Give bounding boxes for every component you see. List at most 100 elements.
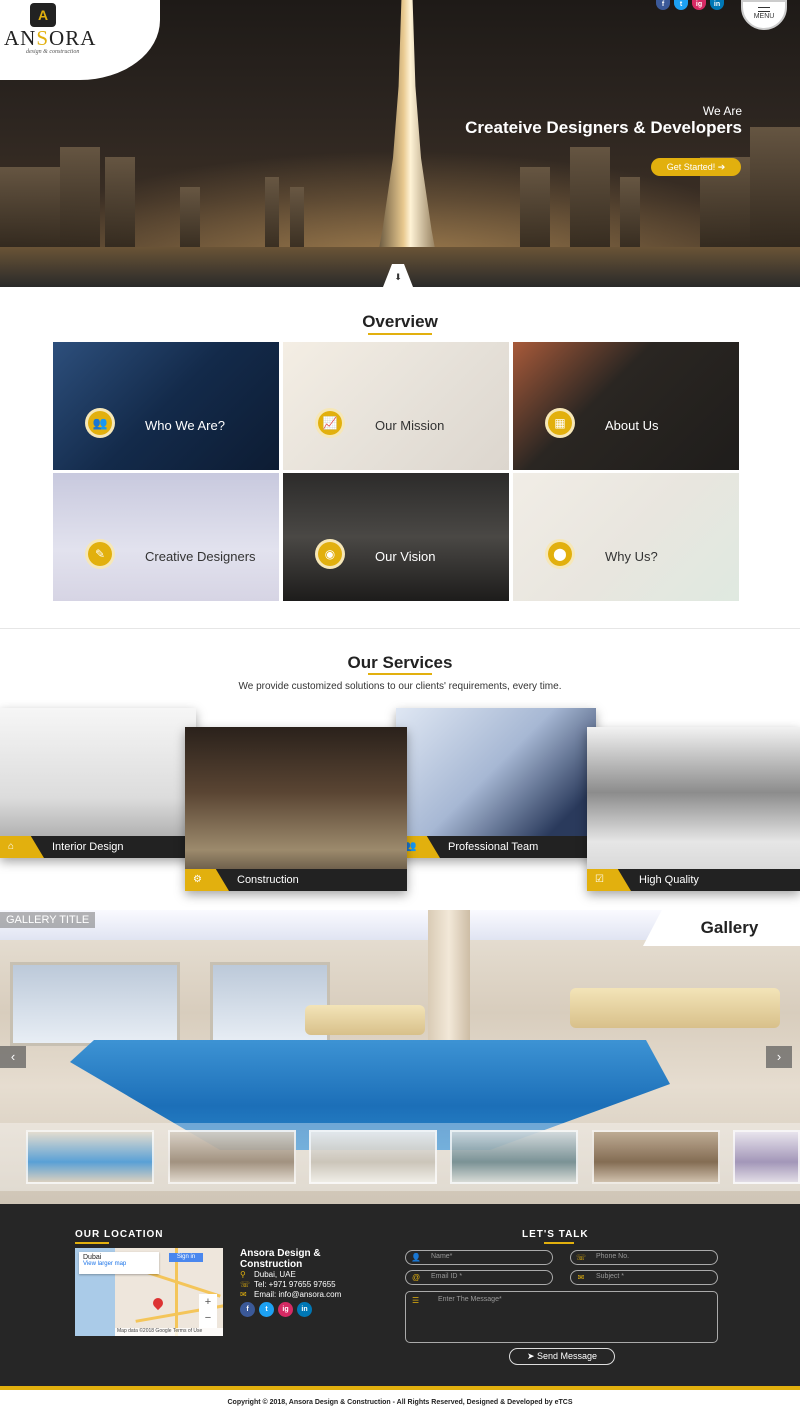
tile-label: Creative Designers [145, 549, 256, 564]
tile-label: About Us [605, 418, 659, 433]
eye-icon: ◉ [315, 539, 345, 569]
envelope-icon: ✉ [240, 1290, 247, 1299]
linkedin-icon[interactable]: in [710, 0, 724, 10]
copyright-text: Copyright © 2018, Ansora Design & Constr… [227, 1399, 573, 1406]
logo-tagline: design & construction [26, 49, 80, 55]
building [620, 177, 640, 257]
service-professional-team[interactable]: 👥 Professional Team [396, 708, 596, 858]
location-pin-icon: ⚲ [240, 1270, 246, 1279]
tile-who-we-are[interactable]: 👥 Who We Are? [53, 342, 279, 470]
subject-placeholder: Subject * [596, 1273, 625, 1280]
service-label: Interior Design [52, 841, 124, 853]
building-icon: ▦ [545, 408, 575, 438]
pencil-icon: ✎ [85, 539, 115, 569]
footer-accent-strip [0, 1386, 800, 1390]
building [750, 127, 800, 257]
linkedin-icon[interactable]: in [297, 1302, 312, 1317]
users-icon: 👥 [85, 408, 115, 438]
service-construction[interactable]: ⚙ Construction [185, 727, 407, 891]
tile-our-mission[interactable]: 📈 Our Mission [283, 342, 509, 470]
chart-icon: 📈 [315, 408, 345, 438]
map-larger-link[interactable]: View larger map [83, 1261, 155, 1267]
twitter-icon[interactable]: t [259, 1302, 274, 1317]
building [60, 147, 100, 257]
hero-title: Createive Designers & Developers [465, 118, 742, 137]
gallery-thumbnail[interactable] [26, 1130, 154, 1184]
user-icon: 👤 [411, 1253, 421, 1262]
phone-placeholder: Phone No. [596, 1253, 630, 1260]
gallery-thumbnail[interactable] [592, 1130, 720, 1184]
get-started-button[interactable]: Get Started! ➔ [651, 158, 741, 176]
instagram-icon[interactable]: ig [692, 0, 706, 10]
building [0, 167, 60, 257]
chevron-right-icon[interactable]: › [766, 1046, 792, 1068]
map-zoom-control[interactable]: + − [199, 1294, 217, 1328]
building [570, 147, 610, 257]
send-message-button[interactable]: ➤ Send Message [509, 1348, 615, 1365]
map-attribution: Map data ©2018 Google Terms of Use [115, 1328, 223, 1336]
service-high-quality[interactable]: ☑ High Quality [587, 727, 800, 891]
facebook-icon[interactable]: f [240, 1302, 255, 1317]
hamburger-icon [758, 7, 770, 12]
phone-icon: ☏ [575, 1253, 586, 1262]
gallery-sofa [570, 988, 780, 1028]
section-divider [0, 628, 800, 629]
logo-text-mid: S [36, 26, 50, 50]
tile-creative-designers[interactable]: ✎ Creative Designers [53, 473, 279, 601]
tile-why-us[interactable]: ⬤ Why Us? [513, 473, 739, 601]
email-placeholder: Email ID * [431, 1273, 463, 1280]
logo-text[interactable]: ANSORA [4, 26, 96, 51]
overview-underline [368, 333, 432, 335]
hero-pretitle: We Are [702, 104, 742, 118]
message-field[interactable]: ☰ Enter The Message* [405, 1291, 718, 1343]
name-field[interactable]: 👤 Name* [405, 1250, 553, 1265]
facebook-icon[interactable]: f [656, 0, 670, 10]
tile-our-vision[interactable]: ◉ Our Vision [283, 473, 509, 601]
instagram-icon[interactable]: ig [278, 1302, 293, 1317]
gallery-window [10, 962, 180, 1046]
address-text: Dubai, UAE [254, 1270, 296, 1279]
tower [372, 0, 442, 287]
services-subtitle: We provide customized solutions to our c… [238, 681, 562, 692]
phone-text: Tel: +971 97655 97655 [254, 1280, 336, 1289]
company-address: ⚲ Dubai, UAE [240, 1270, 296, 1279]
header-social-links: f t ig in [656, 0, 724, 10]
service-label: Construction [237, 874, 299, 886]
service-label: Professional Team [448, 841, 539, 853]
tile-label: Our Mission [375, 418, 445, 433]
service-label: High Quality [639, 874, 699, 886]
phone-field[interactable]: ☏ Phone No. [570, 1250, 718, 1265]
gallery-label: Gallery [643, 910, 800, 946]
gallery-thumbnail[interactable] [168, 1130, 296, 1184]
message-placeholder: Enter The Message* [438, 1296, 502, 1303]
gallery-thumbnail[interactable] [450, 1130, 578, 1184]
talk-underline [544, 1242, 574, 1244]
tile-label: Why Us? [605, 549, 658, 564]
talk-heading: LET'S TALK [522, 1229, 589, 1240]
location-map[interactable]: Dubai View larger map Sign in + − Map dat… [75, 1248, 223, 1336]
service-interior-design[interactable]: ⌂ Interior Design [0, 708, 196, 858]
location-heading: OUR LOCATION [75, 1229, 164, 1240]
logo-icon[interactable]: A [30, 3, 56, 27]
tile-label: Who We Are? [145, 418, 225, 433]
email-field[interactable]: @ Email ID * [405, 1270, 553, 1285]
gallery-thumbnail[interactable] [309, 1130, 437, 1184]
logo-text-pre: AN [4, 26, 37, 50]
chevron-left-icon[interactable]: ‹ [0, 1046, 26, 1068]
building [105, 157, 135, 257]
twitter-icon[interactable]: t [674, 0, 688, 10]
gallery-title-tag: GALLERY TITLE [0, 912, 96, 928]
name-placeholder: Name* [431, 1253, 453, 1260]
services-title: Our Services [347, 653, 453, 672]
company-phone: ☏ Tel: +971 97655 97655 [240, 1280, 336, 1289]
gallery-thumbnail[interactable] [733, 1130, 800, 1184]
email-text[interactable]: Email: info@ansora.com [254, 1290, 341, 1299]
tile-label: Our Vision [375, 549, 436, 564]
tile-about-us[interactable]: ▦ About Us [513, 342, 739, 470]
coins-icon: ⬤ [545, 539, 575, 569]
map-signin-button[interactable]: Sign in [169, 1253, 203, 1262]
subject-field[interactable]: ✉ Subject * [570, 1270, 718, 1285]
company-name: Ansora Design & Construction [240, 1248, 321, 1270]
building [520, 167, 550, 257]
map-info-card: Dubai View larger map [79, 1252, 159, 1274]
